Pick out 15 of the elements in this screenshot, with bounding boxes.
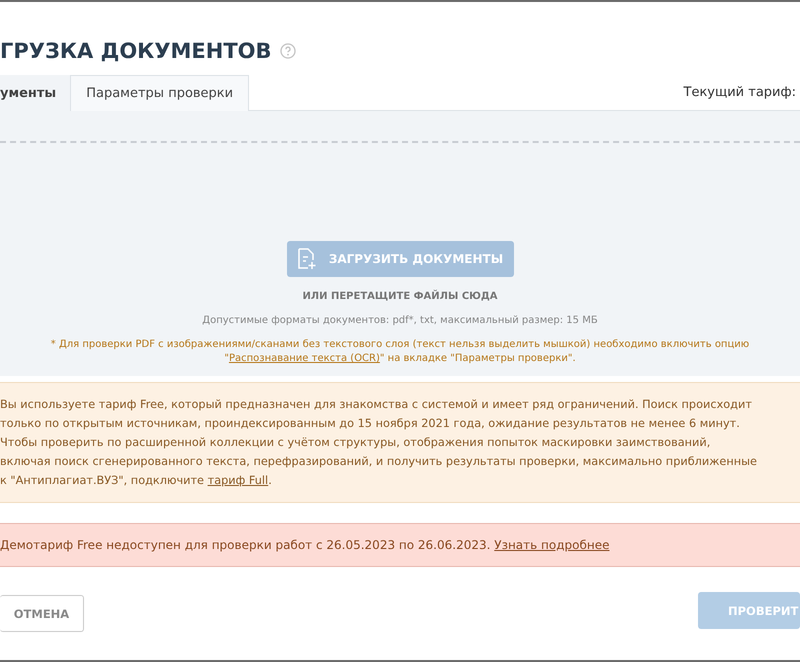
page-title: ГРУЗКА ДОКУМЕНТОВ [0, 39, 272, 63]
cancel-button[interactable]: ОТМЕНА [0, 595, 84, 632]
ocr-link[interactable]: Распознавание текста (OCR) [228, 353, 380, 364]
alert-banner: Демотариф Free недоступен для проверки работ с 26.05.2023 по 26.06.2023. Узнать подробнее [0, 523, 800, 567]
tab[interactable]: Параметры проверки [70, 75, 250, 111]
add-document-icon [296, 248, 317, 270]
plan-link[interactable]: тариф Full [208, 474, 268, 487]
current-plan-label: Текущий тариф: [684, 84, 797, 100]
drag-hint: ИЛИ ПЕРЕТАЩИТЕ ФАЙЛЫ СЮДА [302, 291, 498, 302]
details-link[interactable]: Узнать подробнее [494, 538, 610, 552]
plan-notice: Вы используете тариф Free, который предназначен для знакомства с системой и имеет ряд ограничений. Поиск происходит только по открытым источникам, проиндексированным до 15 ноября 2021 года, ожидание результатов не менее 6 минут. Чтобы проверить по расширенной коллекции с учётом структуры, отображения попыток маскировки заимствований, включая поиск сгенерированного текста, перефразирований, и получить результаты проверки, максимально приближенные к "Антиплагиат.ВУЗ", подключите тариф Full. [0, 382, 800, 503]
formats-text: Допустимые форматы документов: pdf*, txt, максимальный размер: 15 МБ [202, 315, 598, 326]
help-icon[interactable] [280, 43, 296, 59]
ocr-note: * Для проверки PDF с изображениями/сканами без текстового слоя (текст нельзя выделить мышкой) необходимо включить опцию "Распознавание текста (OCR)" на вкладке "Параметры проверки". [50, 338, 750, 366]
tab[interactable]: ументы [0, 75, 70, 111]
